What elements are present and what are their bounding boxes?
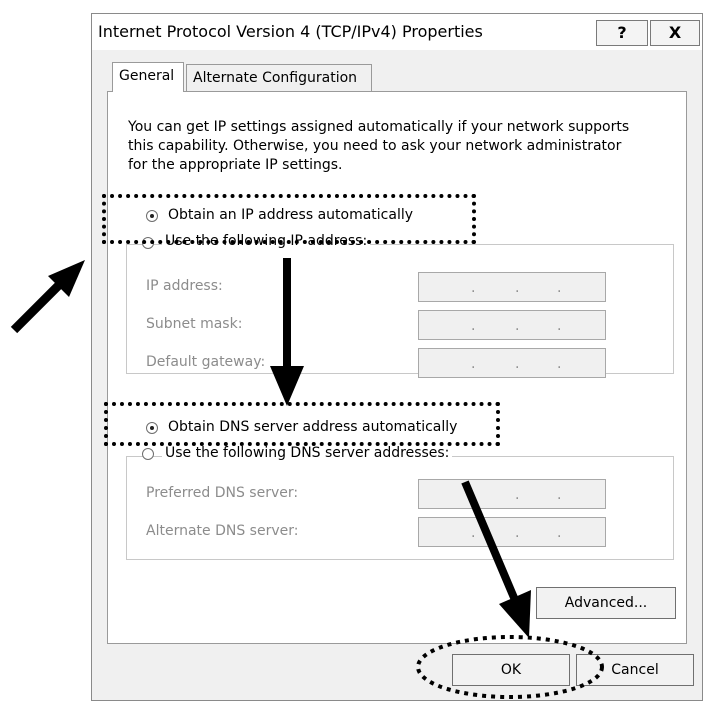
pointer-arrow-down: [270, 258, 304, 406]
pointer-arrow-diagonal: [461, 480, 531, 638]
title-bar: Internet Protocol Version 4 (TCP/IPv4) P…: [92, 14, 702, 50]
use-following-dns-radio[interactable]: [142, 448, 154, 460]
description-line-1: You can get IP settings assigned automat…: [128, 119, 630, 135]
use-following-dns-label[interactable]: Use the following DNS server addresses:: [162, 444, 453, 463]
ip-address-input[interactable]: ...: [418, 272, 606, 302]
window-title: Internet Protocol Version 4 (TCP/IPv4) P…: [98, 22, 483, 41]
description-line-2: this capability. Otherwise, you need to …: [128, 138, 622, 154]
default-gateway-label: Default gateway:: [146, 354, 266, 370]
tcpip-properties-dialog: Internet Protocol Version 4 (TCP/IPv4) P…: [91, 13, 703, 701]
tab-alternate-configuration[interactable]: Alternate Configuration: [186, 64, 372, 92]
tab-general[interactable]: General: [112, 62, 184, 92]
default-gateway-input[interactable]: ...: [418, 348, 606, 378]
alternate-dns-label: Alternate DNS server:: [146, 523, 299, 539]
description-line-3: for the appropriate IP settings.: [128, 157, 343, 173]
help-button[interactable]: ?: [596, 20, 648, 46]
subnet-mask-input[interactable]: ...: [418, 310, 606, 340]
general-tab-panel: You can get IP settings assigned automat…: [107, 91, 687, 644]
tab-label: General: [119, 68, 175, 84]
highlight-obtain-ip: [102, 194, 476, 244]
tab-label: Alternate Configuration: [193, 70, 358, 86]
close-button[interactable]: X: [650, 20, 700, 46]
ip-address-label: IP address:: [146, 278, 223, 294]
preferred-dns-label: Preferred DNS server:: [146, 485, 299, 501]
pointer-arrow-left: [10, 260, 85, 334]
subnet-mask-label: Subnet mask:: [146, 316, 243, 332]
advanced-button[interactable]: Advanced...: [536, 587, 676, 619]
